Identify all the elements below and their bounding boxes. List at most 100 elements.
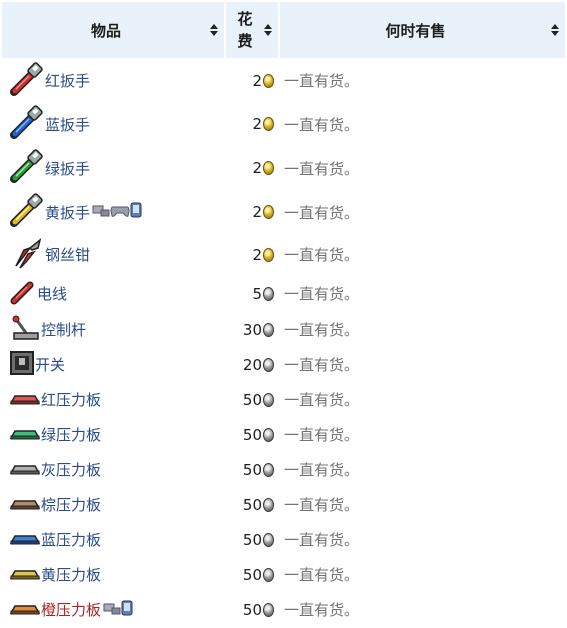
sort-icon[interactable] (551, 24, 559, 36)
yellow-wrench-icon[interactable] (10, 193, 44, 231)
availability-text: 一直有货。 (284, 72, 360, 90)
item-name-link[interactable]: 开关 (35, 354, 65, 375)
when-cell: 一直有货。 (280, 488, 565, 521)
item-name-link[interactable]: 电线 (37, 283, 67, 304)
item-name-link[interactable]: 绿压力板 (41, 424, 101, 445)
gamepad-icon (110, 206, 130, 217)
cost-cell: 50 (226, 593, 278, 626)
cost-value: 5 (252, 284, 262, 303)
yellow-pressure-plate-icon[interactable] (9, 566, 41, 584)
item-cell: 黄压力板 (2, 558, 224, 591)
table-row: 黄扳手 2 一直有货。 (2, 191, 565, 233)
sort-icon[interactable] (210, 24, 218, 36)
item-name-link[interactable]: 蓝扳手 (45, 114, 90, 135)
brown-pressure-plate-icon[interactable] (9, 496, 41, 514)
column-header-when[interactable]: 何时有售 (280, 2, 565, 58)
when-cell: 一直有货。 (280, 453, 565, 486)
when-cell: 一直有货。 (280, 348, 565, 381)
table-row: 电线 5 一直有货。 (2, 276, 565, 311)
cost-cell: 2 (226, 147, 278, 189)
when-cell: 一直有货。 (280, 383, 565, 416)
when-cell: 一直有货。 (280, 60, 565, 101)
red-pressure-plate-icon[interactable] (9, 391, 41, 409)
item-cell: 黄扳手 (2, 191, 224, 233)
availability-text: 一直有货。 (284, 531, 360, 549)
item-cell: 开关 (2, 348, 224, 381)
item-cell: 灰压力板 (2, 453, 224, 486)
mobile-icon (121, 600, 133, 615)
when-cell: 一直有货。 (280, 523, 565, 556)
wire-icon[interactable] (10, 279, 36, 309)
availability-text: 一直有货。 (284, 285, 360, 303)
table-row: 黄压力板 50 一直有货。 (2, 558, 565, 591)
column-header-when-label: 何时有售 (385, 21, 446, 40)
switch-icon[interactable] (10, 350, 34, 379)
blue-pressure-plate-icon[interactable] (9, 531, 41, 549)
availability-text: 一直有货。 (284, 115, 360, 134)
availability-text: 一直有货。 (284, 321, 360, 339)
cost-value: 2 (252, 203, 262, 221)
gray-pressure-plate-icon[interactable] (9, 461, 41, 479)
platform-icons (92, 202, 142, 222)
table-row: 蓝压力板 50 一直有货。 (2, 523, 565, 556)
item-name-link[interactable]: 灰压力板 (41, 459, 101, 480)
column-header-cost-label-1: 花 (237, 10, 253, 28)
item-cell: 橙压力板 (2, 593, 224, 626)
item-name-link[interactable]: 棕压力板 (41, 494, 101, 515)
item-cell: 绿压力板 (2, 418, 224, 451)
shop-table: 物品 花 费 何时有售 红扳手 2 一直有货。 蓝扳手 2 一直有货。 绿扳手 2 一直有货。黄… (0, 0, 567, 628)
silver-coin-icon (263, 602, 274, 617)
item-cell: 电线 (2, 276, 224, 311)
cost-cell: 5 (226, 276, 278, 311)
when-cell: 一直有货。 (280, 418, 565, 451)
cost-cell: 2 (226, 235, 278, 274)
silver-coin-icon (263, 462, 274, 477)
column-header-cost-label-2: 费 (237, 32, 253, 50)
table-row: 绿压力板 50 一直有货。 (2, 418, 565, 451)
table-row: 绿扳手 2 一直有货。 (2, 147, 565, 189)
gold-coin-icon (263, 247, 274, 262)
availability-text: 一直有货。 (284, 601, 360, 619)
item-name-link[interactable]: 控制杆 (41, 319, 86, 340)
availability-text: 一直有货。 (284, 496, 360, 514)
item-name-link[interactable]: 钢丝钳 (45, 244, 90, 265)
item-cell: 钢丝钳 (2, 235, 224, 274)
item-name-link[interactable]: 红压力板 (41, 389, 101, 410)
item-cell: 绿扳手 (2, 147, 224, 189)
table-row: 红压力板 50 一直有货。 (2, 383, 565, 416)
availability-text: 一直有货。 (284, 203, 360, 222)
green-pressure-plate-icon[interactable] (9, 426, 41, 444)
wire-cutter-icon[interactable] (10, 236, 44, 274)
silver-coin-icon (263, 532, 274, 547)
gold-coin-icon (263, 205, 274, 219)
cost-cell: 30 (226, 313, 278, 346)
orange-pressure-plate-icon[interactable] (9, 601, 41, 619)
item-name-link[interactable]: 绿扳手 (45, 158, 90, 179)
table-row: 钢丝钳 2 一直有货。 (2, 235, 565, 274)
item-name-link[interactable]: 红扳手 (45, 70, 90, 91)
table-row: 橙压力板 50 一直有货。 (2, 593, 565, 626)
cost-value: 20 (242, 355, 262, 374)
item-name-link[interactable]: 蓝压力板 (41, 529, 101, 550)
cost-value: 50 (242, 460, 262, 479)
blue-wrench-icon[interactable] (10, 105, 44, 143)
cost-value: 2 (252, 115, 262, 133)
availability-text: 一直有货。 (284, 461, 360, 479)
item-cell: 蓝压力板 (2, 523, 224, 556)
red-wrench-icon[interactable] (10, 61, 44, 100)
silver-coin-icon (263, 392, 274, 407)
green-wrench-icon[interactable] (10, 149, 44, 187)
item-name-link[interactable]: 橙压力板 (41, 599, 101, 620)
when-cell: 一直有货。 (280, 593, 565, 626)
item-name-link[interactable]: 黄扳手 (45, 202, 90, 223)
column-header-item[interactable]: 物品 (2, 2, 224, 58)
lever-icon[interactable] (10, 315, 40, 345)
table-row: 开关 20 一直有货。 (2, 348, 565, 381)
sort-icon[interactable] (264, 24, 272, 36)
column-header-cost[interactable]: 花 费 (226, 2, 278, 58)
item-name-link[interactable]: 黄压力板 (41, 564, 101, 585)
gold-coin-icon (263, 117, 274, 131)
mobile-icon (130, 202, 142, 218)
table-header-row: 物品 花 费 何时有售 (2, 2, 565, 58)
cost-value: 50 (242, 600, 262, 619)
